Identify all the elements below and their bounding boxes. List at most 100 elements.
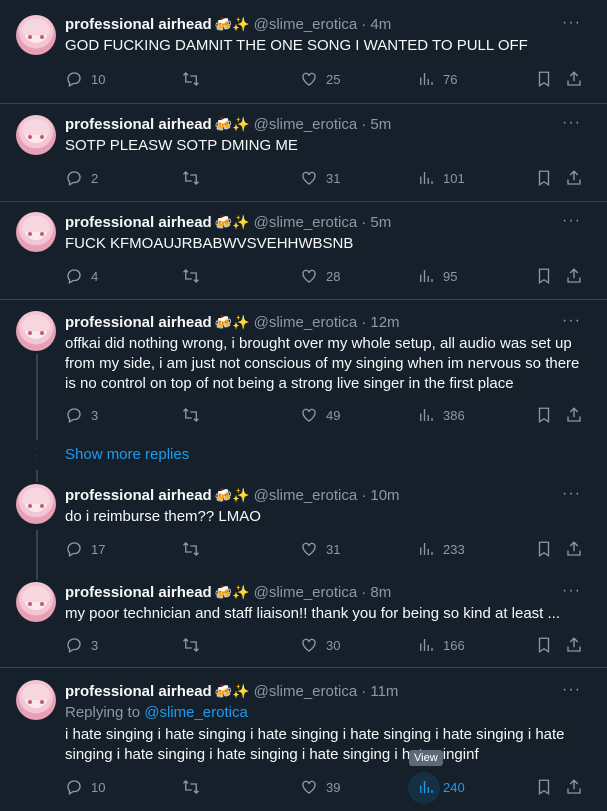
share-button[interactable] — [565, 169, 583, 187]
tweet[interactable]: professional airhead 🍻✨ @slime_erotica · 5m… — [0, 201, 607, 300]
retweet-button[interactable] — [182, 540, 208, 558]
name-emoji: 🍻✨ — [214, 116, 250, 132]
display-name[interactable]: professional airhead — [65, 314, 212, 331]
reply-button[interactable]: 4 — [65, 267, 98, 285]
reply-count: 2 — [91, 170, 99, 186]
handle[interactable]: @slime_erotica — [254, 683, 358, 700]
show-more-replies-link[interactable]: Show more replies — [65, 446, 189, 463]
avatar[interactable] — [16, 115, 56, 155]
handle[interactable]: @slime_erotica — [254, 116, 358, 133]
thread-dots: · · · — [35, 443, 39, 466]
like-button[interactable]: 28 — [300, 267, 340, 285]
bookmark-button[interactable] — [535, 636, 553, 654]
like-button[interactable]: 30 — [300, 636, 340, 654]
reply-count: 17 — [91, 541, 106, 557]
share-button[interactable] — [565, 70, 583, 88]
tweet-text: GOD FUCKING DAMNIT THE ONE SONG I WANTED… — [65, 37, 528, 54]
display-name[interactable]: professional airhead — [65, 487, 212, 504]
avatar[interactable] — [16, 680, 56, 720]
bookmark-button[interactable] — [535, 778, 553, 796]
display-name[interactable]: professional airhead — [65, 683, 212, 700]
timestamp[interactable]: · 5m — [361, 214, 391, 231]
timestamp[interactable]: · 4m — [361, 16, 391, 33]
reply-button[interactable]: 3 — [65, 636, 98, 654]
reply-button[interactable]: 10 — [65, 778, 105, 796]
reply-icon — [67, 171, 81, 186]
reply-button[interactable]: 10 — [65, 70, 105, 88]
share-button[interactable] — [565, 267, 583, 285]
timestamp[interactable]: · 12m — [361, 314, 399, 331]
views-count: 386 — [443, 407, 465, 423]
avatar[interactable] — [16, 484, 56, 524]
retweet-button[interactable] — [182, 70, 208, 88]
retweet-button[interactable] — [182, 778, 208, 796]
views-button[interactable]: 233 — [417, 540, 465, 558]
bookmark-button[interactable] — [535, 169, 553, 187]
bookmark-button[interactable] — [535, 540, 553, 558]
name-emoji: 🍻✨ — [214, 584, 250, 600]
bookmark-icon — [538, 407, 550, 424]
more-options-icon[interactable]: ··· — [562, 485, 581, 503]
reply-button[interactable]: 17 — [65, 540, 105, 558]
analytics-icon — [420, 543, 433, 555]
bookmark-button[interactable] — [535, 267, 553, 285]
like-button[interactable]: 39 — [300, 778, 340, 796]
timestamp[interactable]: · 10m — [361, 487, 399, 504]
views-button[interactable]: 166 — [417, 636, 465, 654]
bookmark-button[interactable] — [535, 70, 553, 88]
like-button[interactable]: 31 — [300, 540, 340, 558]
handle[interactable]: @slime_erotica — [254, 214, 358, 231]
tweet[interactable]: professional airhead 🍻✨ @slime_erotica · 4m… — [0, 0, 607, 104]
share-button[interactable] — [565, 406, 583, 424]
more-options-icon[interactable]: ··· — [562, 681, 581, 699]
handle[interactable]: @slime_erotica — [254, 584, 358, 601]
handle[interactable]: @slime_erotica — [254, 16, 358, 33]
tweet[interactable]: professional airhead 🍻✨ @slime_erotica · 8m… — [0, 570, 607, 668]
retweet-button[interactable] — [182, 267, 208, 285]
reply-button[interactable]: 2 — [65, 169, 98, 187]
timestamp[interactable]: · 5m — [361, 116, 391, 133]
display-name[interactable]: professional airhead — [65, 16, 212, 33]
views-button[interactable]: 101 — [417, 169, 465, 187]
display-name[interactable]: professional airhead — [65, 214, 212, 231]
reply-button[interactable]: 3 — [65, 406, 98, 424]
replying-to-handle[interactable]: @slime_erotica — [144, 704, 248, 721]
timestamp[interactable]: · 8m — [361, 584, 391, 601]
analytics-icon — [420, 639, 433, 651]
retweet-button[interactable] — [182, 636, 208, 654]
share-button[interactable] — [565, 636, 583, 654]
bookmark-button[interactable] — [535, 406, 553, 424]
like-button[interactable]: 31 — [300, 169, 340, 187]
tweet[interactable]: professional airhead 🍻✨ @slime_erotica · 5m… — [0, 103, 607, 202]
timestamp[interactable]: · 11m — [361, 683, 398, 700]
like-count: 31 — [326, 541, 341, 557]
tweet[interactable]: professional airhead 🍻✨ @slime_erotica · 10… — [0, 472, 607, 572]
display-name[interactable]: professional airhead — [65, 116, 212, 133]
views-button[interactable]: 76 — [417, 70, 457, 88]
like-button[interactable]: 25 — [300, 70, 340, 88]
retweet-button[interactable] — [182, 406, 208, 424]
more-options-icon[interactable]: ··· — [562, 582, 581, 600]
avatar[interactable] — [16, 311, 56, 351]
avatar[interactable] — [16, 212, 56, 252]
display-name[interactable]: professional airhead — [65, 584, 212, 601]
like-count: 28 — [326, 268, 341, 284]
more-options-icon[interactable]: ··· — [562, 14, 581, 32]
avatar[interactable] — [16, 582, 56, 622]
avatar[interactable] — [16, 15, 56, 55]
heart-icon — [302, 408, 316, 422]
tweet[interactable]: professional airhead 🍻✨ @slime_erotica · 12… — [0, 300, 607, 440]
views-button[interactable]: 386 — [417, 406, 465, 424]
share-button[interactable] — [565, 540, 583, 558]
views-button[interactable]: 240 — [417, 778, 465, 796]
handle[interactable]: @slime_erotica — [254, 487, 358, 504]
reply-icon — [67, 72, 81, 87]
like-button[interactable]: 49 — [300, 406, 340, 424]
views-button[interactable]: 95 — [417, 267, 457, 285]
more-options-icon[interactable]: ··· — [562, 312, 581, 330]
retweet-button[interactable] — [182, 169, 208, 187]
handle[interactable]: @slime_erotica — [254, 314, 358, 331]
more-options-icon[interactable]: ··· — [562, 212, 581, 230]
more-options-icon[interactable]: ··· — [562, 114, 581, 132]
share-button[interactable] — [565, 778, 583, 796]
